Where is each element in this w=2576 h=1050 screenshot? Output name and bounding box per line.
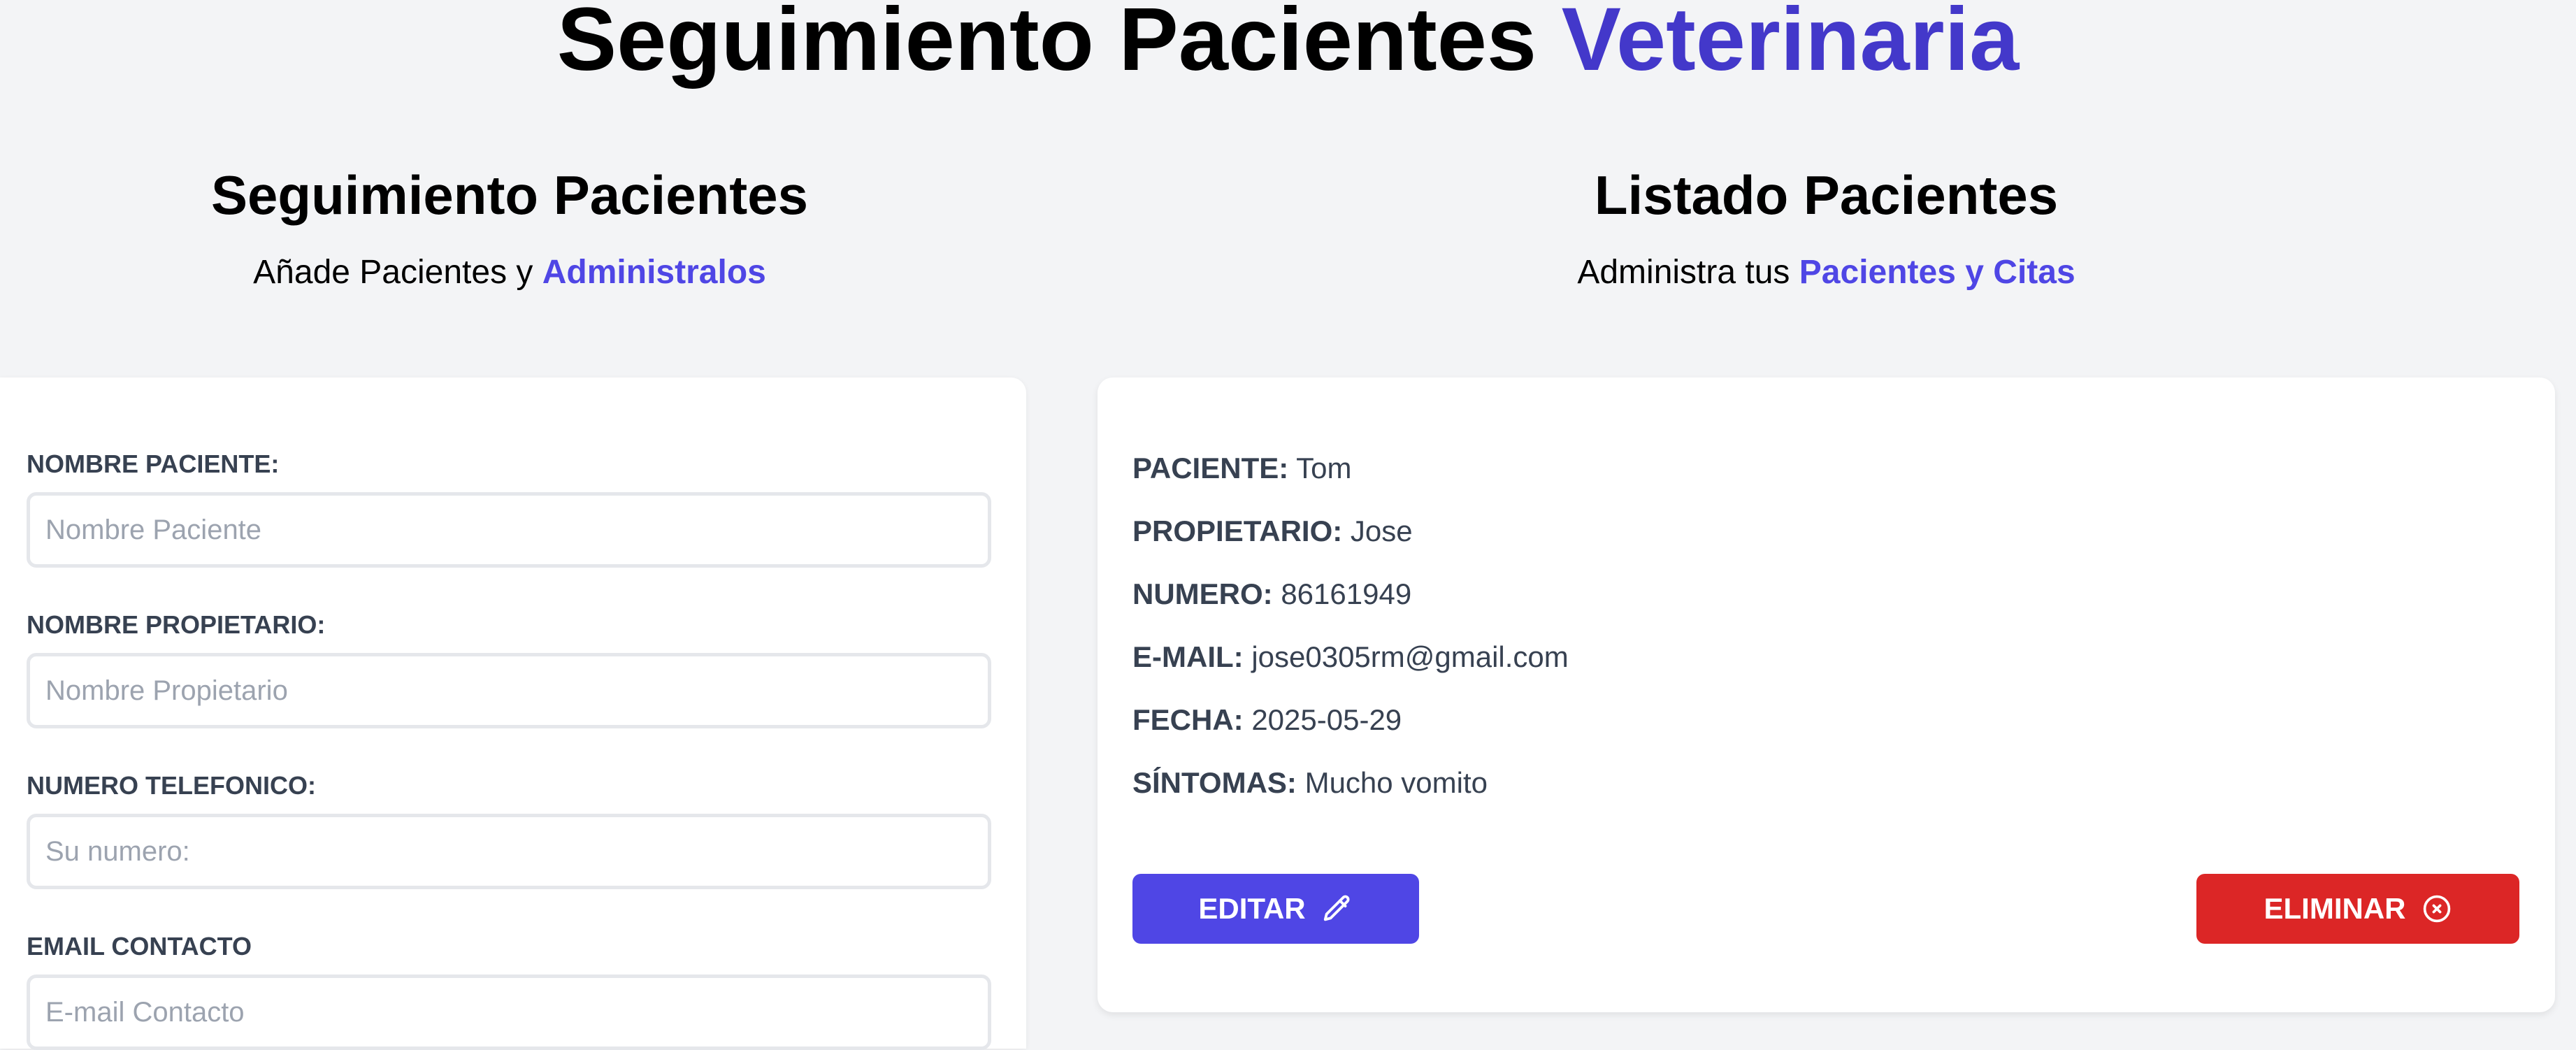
delete-button[interactable]: ELIMINAR: [2196, 874, 2519, 944]
date-value: 2025-05-29: [1251, 703, 1402, 736]
field-email: EMAIL CONTACTO: [27, 931, 991, 1050]
field-owner-name: NOMBRE PROPIETARIO:: [27, 610, 991, 728]
page-title-main: Seguimiento Pacientes: [556, 0, 1537, 89]
number-value: 86161949: [1281, 577, 1412, 610]
form-section-header: Seguimiento Pacientes Añade Pacientes y …: [0, 164, 1019, 294]
field-patient-name: NOMBRE PACIENTE:: [27, 449, 991, 568]
delete-button-label: ELIMINAR: [2264, 892, 2406, 925]
owner-name-label: NOMBRE PROPIETARIO:: [27, 610, 326, 639]
owner-name-input[interactable]: [27, 653, 991, 728]
page-title: Seguimiento Pacientes Veterinaria: [0, 0, 2576, 85]
patient-name-input[interactable]: [27, 492, 991, 568]
list-section-header: Listado Pacientes Administra tus Pacient…: [1098, 164, 2555, 294]
number-key: NUMERO:: [1132, 577, 1273, 610]
patient-card: PACIENTE: Tom PROPIETARIO: Jose NUMERO: …: [1098, 377, 2555, 1012]
email-row: E-MAIL: jose0305rm@gmail.com: [1132, 639, 1569, 675]
list-subtitle-accent: Pacientes y Citas: [1799, 254, 2075, 291]
x-circle-icon: [2422, 893, 2452, 924]
date-key: FECHA:: [1132, 703, 1244, 736]
list-subtitle-text: Administra tus: [1577, 254, 1790, 291]
email-input[interactable]: [27, 975, 991, 1050]
number-row: NUMERO: 86161949: [1132, 576, 1411, 612]
form-section-subtitle: Añade Pacientes y Administralos: [0, 252, 1019, 294]
symptoms-value: Mucho vomito: [1304, 766, 1488, 799]
symptoms-row: SÍNTOMAS: Mucho vomito: [1132, 765, 1488, 801]
owner-key: PROPIETARIO:: [1132, 515, 1343, 547]
phone-label: NUMERO TELEFONICO:: [27, 771, 316, 800]
page-title-accent: Veterinaria: [1561, 0, 2020, 89]
patient-row: PACIENTE: Tom: [1132, 450, 1352, 487]
list-section-subtitle: Administra tus Pacientes y Citas: [1098, 252, 2555, 294]
edit-button[interactable]: EDITAR: [1132, 874, 1419, 944]
date-row: FECHA: 2025-05-29: [1132, 702, 1402, 738]
form-subtitle-text: Añade Pacientes y: [253, 254, 533, 291]
phone-input[interactable]: [27, 814, 991, 889]
list-section-title: Listado Pacientes: [1594, 164, 2059, 226]
edit-button-label: EDITAR: [1198, 892, 1306, 925]
email-value: jose0305rm@gmail.com: [1251, 640, 1569, 673]
patient-key: PACIENTE:: [1132, 452, 1289, 484]
form-subtitle-accent: Administralos: [542, 254, 766, 291]
field-phone: NUMERO TELEFONICO:: [27, 770, 991, 889]
patient-name-label: NOMBRE PACIENTE:: [27, 450, 280, 478]
owner-row: PROPIETARIO: Jose: [1132, 513, 1413, 549]
symptoms-key: SÍNTOMAS:: [1132, 766, 1297, 799]
pencil-icon: [1321, 893, 1353, 925]
owner-value: Jose: [1350, 515, 1413, 547]
patient-form: NOMBRE PACIENTE: NOMBRE PROPIETARIO: NUM…: [0, 377, 1026, 1050]
email-label: EMAIL CONTACTO: [27, 932, 252, 961]
form-section-title: Seguimiento Pacientes: [211, 164, 808, 226]
email-key: E-MAIL:: [1132, 640, 1244, 673]
patient-value: Tom: [1296, 452, 1352, 484]
